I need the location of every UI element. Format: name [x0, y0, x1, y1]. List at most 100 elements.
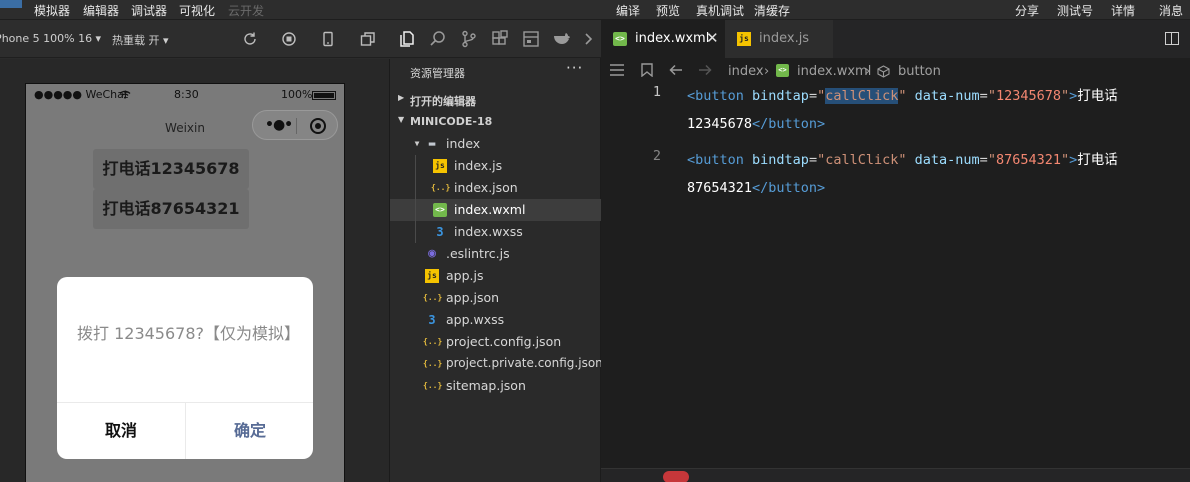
chevron-right-icon: ▶ — [398, 93, 405, 102]
call-confirm-modal: 拨打 12345678?【仅为模拟】 取消 确定 — [57, 277, 313, 459]
tab-index-js[interactable]: js index.js — [725, 20, 833, 58]
real-debug-button[interactable]: 真机调试 — [696, 2, 744, 19]
editor-tabs: <> index.wxml ✕ js index.js — [601, 20, 1190, 58]
menu-cloud[interactable]: 云开发 — [228, 2, 264, 19]
back-arrow-icon[interactable] — [669, 63, 683, 77]
bottom-panel-bar — [601, 468, 1190, 482]
source-control-icon[interactable] — [460, 30, 478, 48]
explorer-more-icon[interactable]: ··· — [566, 59, 583, 77]
json-file-icon: {..} — [423, 381, 443, 390]
share-button[interactable]: 分享 — [1015, 2, 1039, 19]
files-icon[interactable] — [398, 30, 416, 48]
js-file-icon: js — [737, 32, 751, 46]
test-account-button[interactable]: 测试号 — [1057, 2, 1093, 19]
search-icon[interactable] — [429, 30, 447, 48]
device-select[interactable]: iPhone 5 100% 16 ▾ — [0, 32, 101, 45]
menu-editor[interactable]: 编辑器 — [83, 2, 119, 19]
line-number: 2 — [652, 148, 661, 164]
tree-item-sitemap[interactable]: {..} sitemap.json — [390, 375, 601, 397]
details-button[interactable]: 详情 — [1111, 2, 1135, 19]
wxml-file-icon: <> — [613, 32, 627, 46]
wifi-icon — [119, 90, 131, 99]
open-editors-section[interactable]: ▶ 打开的编辑器 — [390, 90, 601, 110]
app-logo — [0, 0, 22, 8]
battery-icon — [312, 91, 336, 100]
menu-visual[interactable]: 可视化 — [179, 2, 215, 19]
forward-arrow-icon[interactable] — [698, 63, 712, 77]
code-line-1b: 12345678</button> — [687, 116, 826, 132]
menu-bar: 模拟器 编辑器 调试器 可视化 云开发 编译 预览 真机调试 清缓存 分享 测试… — [0, 0, 1190, 20]
preview-button[interactable]: 预览 — [656, 2, 680, 19]
capsule-menu[interactable]: •●• — [252, 110, 338, 140]
refresh-icon[interactable] — [242, 31, 258, 47]
code-line-2a: <button bindtap="callClick" data-num="87… — [687, 152, 1118, 168]
breadcrumb: index › <> index.wxml › button — [601, 58, 1190, 84]
status-time: 8:30 — [174, 88, 199, 101]
tree-item-app-wxss[interactable]: 3 app.wxss — [390, 309, 601, 331]
json-file-icon: {..} — [423, 359, 443, 368]
folder-index[interactable]: ▼ ▬ index — [390, 133, 601, 155]
split-editor-icon[interactable] — [1165, 32, 1179, 45]
wxml-file-icon: <> — [433, 203, 447, 217]
clear-cache-button[interactable]: 清缓存 — [754, 2, 790, 19]
modal-cancel-button[interactable]: 取消 — [57, 403, 185, 459]
project-section[interactable]: ▼ MINICODE-18 — [390, 112, 601, 132]
tab-index-wxml[interactable]: <> index.wxml ✕ — [601, 20, 725, 58]
code-editor: <> index.wxml ✕ js index.js index › <> i… — [601, 20, 1190, 482]
chevron-down-icon: ▼ — [398, 115, 405, 124]
eslint-file-icon: ◉ — [428, 246, 436, 261]
wxss-file-icon: 3 — [428, 313, 436, 327]
chevron-down-icon: ▼ — [414, 139, 420, 148]
docker-icon[interactable] — [553, 30, 571, 48]
call-button-2[interactable]: 打电话87654321 — [93, 189, 249, 229]
json-file-icon: {..} — [431, 183, 451, 192]
phone-screen: ●●●●● WeChat 8:30 100% Weixin •●• 打电话123… — [25, 83, 345, 482]
battery-label: 100% — [281, 88, 313, 101]
compile-button[interactable]: 编译 — [616, 2, 640, 19]
close-tab-icon[interactable]: ✕ — [706, 29, 719, 47]
tree-item-eslintrc[interactable]: ◉ .eslintrc.js — [390, 243, 601, 265]
more-icon[interactable] — [583, 30, 593, 48]
breadcrumb-folder[interactable]: index — [728, 64, 764, 79]
explorer-title: 资源管理器 — [410, 67, 465, 80]
carrier-label: ●●●●● WeChat — [34, 88, 129, 101]
tree-item-index-json[interactable]: {..} index.json — [390, 177, 601, 199]
json-file-icon: {..} — [423, 337, 443, 346]
wxml-file-icon: <> — [776, 64, 789, 77]
breadcrumb-file[interactable]: index.wxml — [797, 64, 871, 79]
stop-icon[interactable] — [281, 31, 297, 47]
code-line-2b: 87654321</button> — [687, 180, 826, 196]
json-file-icon: {..} — [423, 293, 443, 302]
modal-confirm-button[interactable]: 确定 — [186, 403, 313, 459]
more-dots-icon[interactable]: •●• — [265, 117, 293, 133]
tree-item-project-private-config[interactable]: {..} project.private.config.json — [390, 353, 603, 375]
breadcrumb-symbol[interactable]: button — [898, 64, 941, 79]
tree-item-index-wxml[interactable]: <> index.wxml — [390, 199, 601, 221]
menu-debugger[interactable]: 调试器 — [131, 2, 167, 19]
modal-message: 拨打 12345678?【仅为模拟】 — [77, 324, 301, 343]
bookmark-icon[interactable] — [641, 63, 653, 77]
call-button-1[interactable]: 打电话12345678 — [93, 149, 249, 189]
explorer-panel: 资源管理器 ··· ▶ 打开的编辑器 ▼ MINICODE-18 ▼ ▬ ind… — [390, 58, 603, 482]
line-number: 1 — [652, 84, 661, 100]
js-file-icon: js — [425, 269, 439, 283]
close-miniapp-icon[interactable] — [310, 118, 326, 134]
js-file-icon: js — [433, 159, 447, 173]
layout-icon[interactable] — [522, 30, 540, 48]
wxss-file-icon: 3 — [436, 225, 444, 239]
error-badge[interactable] — [663, 471, 689, 482]
extensions-icon[interactable] — [491, 30, 509, 48]
detach-window-icon[interactable] — [360, 31, 376, 47]
simulator-area: ●●●●● WeChat 8:30 100% Weixin •●• 打电话123… — [0, 59, 390, 482]
messages-button[interactable]: 消息 — [1159, 2, 1183, 19]
menu-simulator[interactable]: 模拟器 — [34, 2, 70, 19]
element-cube-icon — [877, 65, 890, 78]
hotreload-toggle[interactable]: 热重载 开 ▾ — [112, 32, 169, 48]
tree-item-project-config[interactable]: {..} project.config.json — [390, 331, 601, 353]
tree-item-index-js[interactable]: js index.js — [390, 155, 601, 177]
tree-item-index-wxss[interactable]: 3 index.wxss — [390, 221, 601, 243]
tree-item-app-json[interactable]: {..} app.json — [390, 287, 601, 309]
phone-icon[interactable] — [320, 31, 336, 47]
tree-item-app-js[interactable]: js app.js — [390, 265, 601, 287]
list-icon[interactable] — [609, 63, 625, 77]
